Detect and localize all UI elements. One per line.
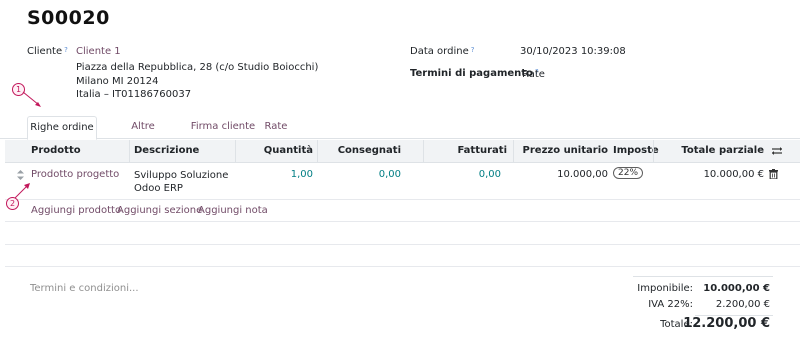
add-line-row: Aggiungi prodotto Aggiungi sezione Aggiu… — [5, 200, 800, 222]
tab-other-info[interactable]: Altre informazioni — [100, 116, 186, 154]
totals-divider — [633, 276, 773, 277]
row-separator — [5, 266, 800, 267]
table-row[interactable]: Prodotto progetto Sviluppo Soluzione Odo… — [5, 163, 800, 200]
add-note-link[interactable]: Aggiungi nota — [198, 205, 268, 216]
tax-value: 2.200,00 € — [715, 299, 770, 310]
address-line: Milano MI 20124 — [76, 75, 159, 87]
total-value: 12.200,00 € — [683, 316, 770, 331]
address-line: Piazza della Repubblica, 28 (c/o Studio … — [76, 62, 319, 73]
row-quantity[interactable]: 1,00 — [235, 169, 313, 180]
tab-order-lines[interactable]: Righe ordine — [27, 116, 97, 140]
row-product[interactable]: Prodotto progetto — [31, 169, 119, 180]
tab-installments[interactable]: Rate — [260, 116, 292, 138]
row-description[interactable]: Sviluppo Soluzione Odoo ERP — [134, 169, 228, 195]
col-quantity[interactable]: Quantità — [235, 140, 313, 162]
row-invoiced[interactable]: 0,00 — [423, 169, 501, 180]
col-delivered[interactable]: Consegnati — [317, 140, 401, 162]
add-product-link[interactable]: Aggiungi prodotto — [31, 205, 121, 216]
row-delivered[interactable]: 0,00 — [317, 169, 401, 180]
page-title: S00020 — [27, 7, 110, 29]
order-date-help-icon[interactable]: ? — [471, 46, 475, 54]
annotation-arrow-2 — [14, 183, 30, 199]
table-header: Prodotto Descrizione Quantità Consegnati… — [5, 140, 800, 163]
col-subtotal[interactable]: Totale parziale — [653, 140, 764, 162]
customer-help-icon[interactable]: ? — [64, 46, 68, 54]
order-date-value[interactable]: 30/10/2023 10:39:08 — [520, 46, 626, 57]
notebook-tabs: Righe ordine Altre informazioni Firma cl… — [0, 116, 800, 154]
col-taxes[interactable]: Imposte — [613, 140, 659, 162]
annotation-arrow-1 — [22, 91, 41, 107]
totals-box: Imponibile: 10.000,00 € IVA 22%: 2.200,0… — [633, 283, 773, 335]
row-subtotal: 10.000,00 € — [703, 169, 764, 180]
col-invoiced[interactable]: Fatturati — [423, 140, 507, 162]
tax-label: IVA 22%: — [648, 299, 693, 310]
tab-customer-signature[interactable]: Firma cliente — [190, 116, 256, 138]
untaxed-value: 10.000,00 € — [703, 283, 770, 294]
row-separator — [5, 244, 800, 245]
add-section-link[interactable]: Aggiungi sezione — [117, 205, 202, 216]
order-date-label: Data ordine? — [410, 46, 475, 57]
address-line: Italia – IT01186760037 — [76, 89, 192, 100]
row-unit-price[interactable]: 10.000,00 — [513, 169, 608, 180]
untaxed-label: Imponibile: — [637, 283, 693, 294]
row-tax[interactable]: 22% — [613, 167, 644, 179]
optional-columns-icon[interactable] — [771, 146, 783, 156]
payment-terms-value[interactable]: Rate — [522, 69, 545, 80]
col-product[interactable]: Prodotto — [31, 140, 81, 162]
col-unit-price[interactable]: Prezzo unitario — [513, 140, 608, 162]
customer-link[interactable]: Cliente 1 — [76, 46, 121, 57]
tax-badge[interactable]: 22% — [613, 167, 644, 179]
terms-conditions-input[interactable]: Termini e condizioni... — [30, 283, 139, 294]
col-description[interactable]: Descrizione — [134, 140, 199, 162]
trash-icon[interactable] — [769, 169, 778, 179]
payment-terms-label: Termini di pagamento? — [410, 68, 539, 79]
customer-label: Cliente? — [27, 46, 68, 57]
drag-handle-icon[interactable] — [17, 170, 24, 180]
customer-address: Piazza della Repubblica, 28 (c/o Studio … — [76, 61, 318, 102]
